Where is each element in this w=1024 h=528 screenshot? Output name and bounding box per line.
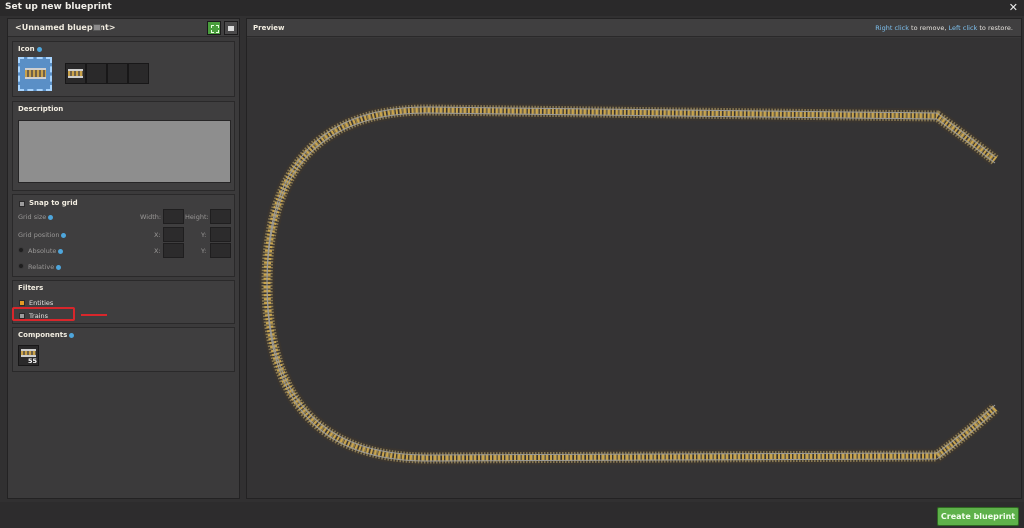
snap-to-grid-section: Snap to grid Grid size Width: Height: Gr…	[12, 194, 235, 277]
components-section: Components 55	[12, 327, 235, 372]
info-icon	[61, 232, 67, 238]
components-text: Components	[18, 331, 68, 339]
relative-text: Relative	[28, 263, 55, 271]
rail-track-preview	[259, 102, 1001, 466]
info-icon	[48, 214, 54, 220]
absolute-y-label: Y:	[201, 247, 207, 255]
left-panel: <Unnamed blueprint> Icon Description Sna…	[7, 18, 240, 499]
left-panel-header: <Unnamed blueprint>	[8, 19, 239, 37]
rename-icon[interactable]	[93, 24, 101, 31]
info-icon	[56, 264, 62, 270]
filters-label: Filters	[18, 284, 44, 292]
absolute-radio[interactable]	[18, 247, 24, 253]
icon-slot-2[interactable]	[65, 63, 86, 84]
grid-position-text: Grid position	[18, 231, 60, 239]
components-label: Components	[18, 331, 75, 339]
absolute-y-input[interactable]	[210, 243, 231, 258]
grid-size-label: Grid size	[18, 213, 54, 221]
preview-panel: Preview Right click to remove, Left clic…	[246, 18, 1022, 499]
hint-left-key: Left click	[948, 24, 978, 32]
description-section: Description	[12, 101, 235, 191]
hint-left-text: to restore.	[977, 24, 1013, 32]
entities-label: Entities	[29, 299, 54, 307]
grid-x-input[interactable]	[163, 227, 184, 242]
height-label: Height:	[185, 213, 209, 221]
close-icon[interactable]: ✕	[1009, 1, 1018, 14]
preview-header: Preview Right click to remove, Left clic…	[247, 19, 1021, 37]
grid-width-input[interactable]	[163, 209, 184, 224]
blueprint-dialog: Set up new blueprint ✕ <Unnamed blueprin…	[0, 0, 1024, 528]
preview-canvas[interactable]	[247, 38, 1021, 498]
grid-height-input[interactable]	[210, 209, 231, 224]
absolute-text: Absolute	[28, 247, 57, 255]
preview-hint: Right click to remove, Left click to res…	[875, 24, 1013, 32]
export-string-button[interactable]	[224, 21, 238, 35]
icon-label-text: Icon	[18, 45, 35, 53]
icon-section: Icon	[12, 41, 235, 97]
info-icon	[36, 46, 42, 52]
grid-y-input[interactable]	[210, 227, 231, 242]
rail-icon	[25, 68, 46, 79]
rail-count: 55	[27, 357, 37, 365]
width-label: Width:	[140, 213, 162, 221]
preview-title: Preview	[253, 24, 285, 32]
relative-label: Relative	[28, 263, 62, 271]
snap-to-grid-checkbox[interactable]	[19, 201, 25, 207]
absolute-x-label: X:	[154, 247, 161, 255]
icon-slot-4[interactable]	[107, 63, 128, 84]
grid-size-text: Grid size	[18, 213, 47, 221]
relative-radio[interactable]	[18, 263, 24, 269]
entities-checkbox[interactable]	[19, 300, 25, 306]
rail-icon	[21, 349, 36, 357]
hint-right-key: Right click	[875, 24, 909, 32]
footer-bar: Create blueprint	[0, 502, 1024, 528]
icon-slot-5[interactable]	[128, 63, 149, 84]
rail-track	[259, 102, 1001, 466]
title-bar: Set up new blueprint ✕	[0, 0, 1024, 16]
select-area-button[interactable]	[207, 21, 221, 35]
component-rail-slot[interactable]: 55	[18, 345, 39, 366]
grid-y-label: Y:	[201, 231, 207, 239]
icon-slot-3[interactable]	[86, 63, 107, 84]
info-icon	[58, 248, 64, 254]
trains-highlight-box	[12, 307, 75, 321]
icon-slot-1[interactable]	[18, 57, 52, 91]
icon-section-label: Icon	[18, 45, 42, 53]
highlight-arrow-line	[81, 314, 107, 316]
description-textarea[interactable]	[18, 120, 231, 183]
info-icon	[69, 332, 75, 338]
grid-position-label: Grid position	[18, 231, 67, 239]
hint-right-text: to remove,	[908, 24, 949, 32]
dialog-title: Set up new blueprint	[5, 2, 112, 12]
grid-x-label: X:	[154, 231, 161, 239]
description-label: Description	[18, 105, 64, 113]
create-blueprint-button[interactable]: Create blueprint	[937, 507, 1019, 526]
absolute-x-input[interactable]	[163, 243, 184, 258]
rail-icon	[68, 69, 83, 78]
snap-to-grid-label: Snap to grid	[29, 199, 78, 207]
absolute-label: Absolute	[28, 247, 64, 255]
